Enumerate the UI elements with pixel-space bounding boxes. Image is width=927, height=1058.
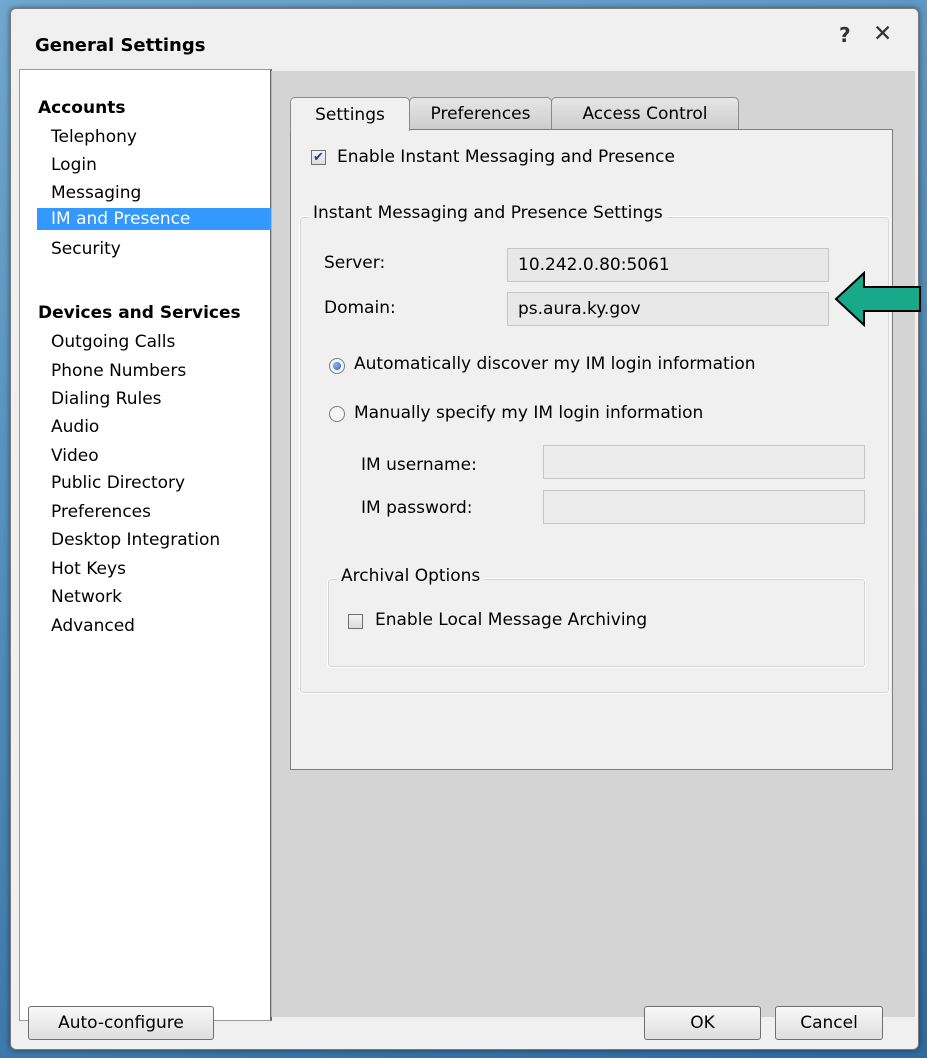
sidebar-item-network[interactable]: Network [51, 586, 122, 608]
im-username-field[interactable] [543, 445, 865, 479]
manual-login-label: Manually specify my IM login information [354, 403, 704, 423]
sidebar-item-outgoing-calls[interactable]: Outgoing Calls [51, 331, 175, 353]
enable-im-label: Enable Instant Messaging and Presence [337, 147, 675, 167]
tab-access-control[interactable]: Access Control [551, 97, 739, 130]
sidebar-item-desktop-integration[interactable]: Desktop Integration [51, 529, 220, 551]
local-archiving-checkbox[interactable] [348, 614, 363, 629]
sidebar-item-messaging[interactable]: Messaging [51, 182, 141, 204]
server-field[interactable]: 10.242.0.80:5061 [507, 248, 829, 282]
enable-im-checkbox[interactable]: ✔ [311, 150, 326, 165]
settings-content: Settings Preferences Access Control ✔ En… [271, 71, 915, 1017]
im-presence-settings-title: Instant Messaging and Presence Settings [309, 203, 667, 223]
sidebar-group-accounts: Accounts [38, 98, 126, 118]
sidebar-item-preferences[interactable]: Preferences [51, 501, 151, 523]
auto-configure-button[interactable]: Auto-configure [28, 1006, 214, 1040]
close-button[interactable]: ✕ [873, 21, 892, 47]
help-button[interactable]: ? [839, 23, 851, 47]
sidebar-item-audio[interactable]: Audio [51, 416, 99, 438]
window-title: General Settings [35, 35, 206, 56]
tab-preferences[interactable]: Preferences [409, 97, 552, 130]
ok-button[interactable]: OK [644, 1006, 761, 1040]
im-username-label: IM username: [361, 455, 477, 475]
sidebar-item-telephony[interactable]: Telephony [51, 126, 137, 148]
archival-options-title: Archival Options [337, 566, 485, 586]
auto-discover-label: Automatically discover my IM login infor… [354, 354, 756, 374]
domain-label: Domain: [324, 298, 396, 318]
cancel-button[interactable]: Cancel [775, 1006, 883, 1040]
sidebar-item-security[interactable]: Security [51, 238, 121, 260]
general-settings-dialog: General Settings ? ✕ Accounts Telephony … [10, 8, 919, 1050]
sidebar-group-devices-and-services: Devices and Services [38, 303, 241, 323]
radio-selected-dot [333, 362, 341, 370]
auto-discover-radio[interactable] [329, 358, 345, 374]
sidebar-item-hot-keys[interactable]: Hot Keys [51, 558, 126, 580]
left-arrow-shape [834, 271, 921, 327]
title-bar: General Settings ? ✕ [11, 9, 918, 69]
tab-settings[interactable]: Settings [290, 97, 410, 131]
im-password-label: IM password: [361, 498, 473, 518]
settings-panel: ✔ Enable Instant Messaging and Presence … [290, 129, 893, 770]
settings-sidebar: Accounts Telephony Login Messaging IM an… [19, 69, 280, 1021]
sidebar-item-public-directory[interactable]: Public Directory [51, 472, 185, 494]
sidebar-item-im-and-presence[interactable]: IM and Presence [37, 208, 280, 230]
sidebar-item-advanced[interactable]: Advanced [51, 615, 135, 637]
domain-field[interactable]: ps.aura.ky.gov [507, 292, 829, 326]
sidebar-item-phone-numbers[interactable]: Phone Numbers [51, 360, 186, 382]
server-label: Server: [324, 253, 386, 273]
left-arrow-icon [834, 271, 921, 327]
sidebar-item-video[interactable]: Video [51, 445, 99, 467]
local-archiving-label: Enable Local Message Archiving [375, 610, 648, 630]
manual-login-radio[interactable] [329, 406, 345, 422]
im-password-field[interactable] [543, 490, 865, 524]
sidebar-item-dialing-rules[interactable]: Dialing Rules [51, 388, 162, 410]
sidebar-item-login[interactable]: Login [51, 154, 97, 176]
